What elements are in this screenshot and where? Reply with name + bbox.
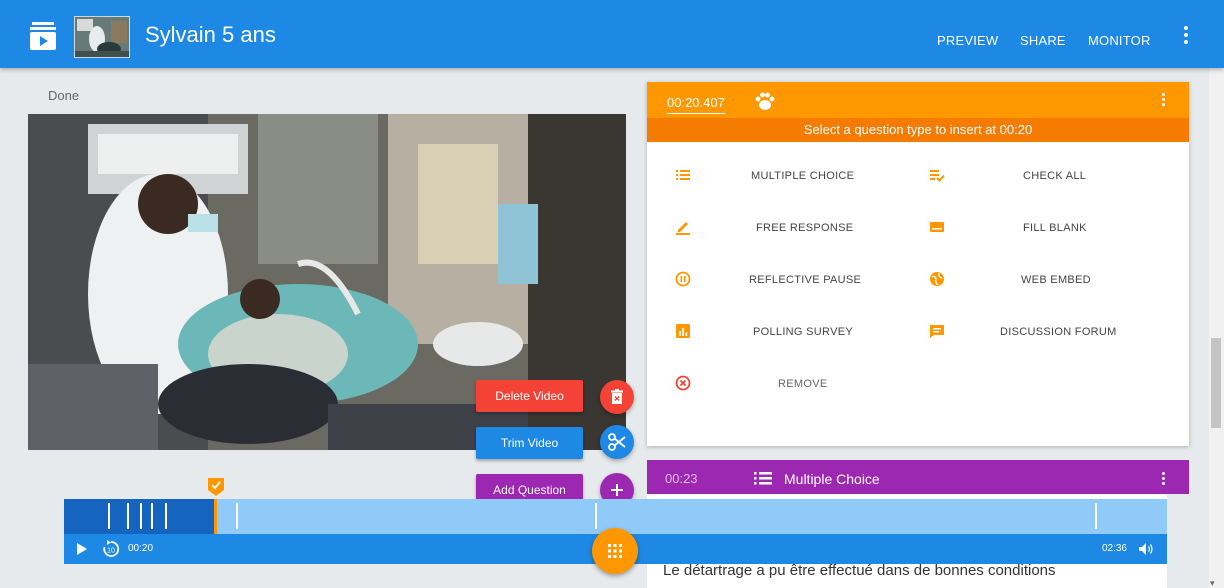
video-thumbnail (74, 16, 130, 58)
apps-grid-fab[interactable] (592, 528, 638, 574)
timeline-marker[interactable] (236, 503, 238, 529)
insert-time-input[interactable]: 00:20.407 (667, 95, 725, 114)
question-type-label: Multiple Choice (784, 471, 880, 487)
question-type-panel: 00:20.407 Select a question type to inse… (647, 82, 1189, 446)
top-bar: Sylvain 5 ans PREVIEW SHARE MONITOR (0, 0, 1224, 68)
timeline-marker[interactable] (151, 503, 153, 529)
question-time: 00:23 (665, 471, 698, 486)
duration-time: 02:36 (1101, 543, 1127, 554)
video-title: Sylvain 5 ans (145, 22, 276, 47)
timeline-marker[interactable] (595, 503, 597, 529)
scroll-down-icon[interactable]: ▾ (1210, 578, 1215, 588)
timeline-marker[interactable] (127, 503, 129, 529)
option-web-embed[interactable]: WEB EMBED (1021, 274, 1091, 286)
app-logo-icon[interactable] (30, 22, 56, 50)
panel-menu-icon[interactable] (1159, 93, 1167, 108)
pencil-icon (676, 222, 690, 235)
volume-icon[interactable] (1139, 543, 1155, 555)
option-discussion-forum[interactable]: DISCUSSION FORUM (1000, 326, 1117, 338)
more-menu-icon[interactable] (1176, 26, 1196, 52)
forum-icon (930, 325, 944, 338)
option-polling-survey[interactable]: POLLING SURVEY (753, 326, 853, 338)
scrollbar-thumb[interactable] (1211, 338, 1221, 428)
fill-blank-icon (930, 222, 944, 232)
list-icon (676, 170, 690, 180)
trim-video-button[interactable]: Trim Video (476, 427, 583, 459)
status-text: Done (48, 88, 80, 103)
paw-icon[interactable] (754, 90, 776, 112)
remove-icon (675, 375, 691, 391)
delete-video-button[interactable]: Delete Video (476, 380, 583, 412)
playhead[interactable] (214, 499, 217, 534)
plus-icon (611, 484, 623, 496)
trim-fab[interactable] (600, 425, 634, 459)
svg-text:10: 10 (107, 548, 115, 555)
list-icon (754, 472, 772, 485)
rewind-10-icon[interactable]: 10 (102, 540, 120, 558)
globe-icon (930, 272, 944, 286)
checklist-icon (930, 170, 945, 182)
grid-icon (608, 544, 622, 558)
question-marker-pin-icon[interactable] (207, 477, 225, 497)
scissors-icon (608, 433, 626, 451)
option-check-all[interactable]: CHECK ALL (1023, 170, 1086, 182)
poll-icon (676, 324, 690, 338)
option-free-response[interactable]: FREE RESPONSE (756, 222, 853, 234)
insert-prompt: Select a question type to insert at 00:2… (647, 118, 1189, 142)
page-scrollbar[interactable] (1209, 68, 1224, 588)
pause-circle-icon (675, 271, 691, 287)
share-link[interactable]: SHARE (1020, 33, 1066, 48)
monitor-link[interactable]: MONITOR (1088, 33, 1151, 48)
question-text: Le détartrage a pu être effectué dans de… (663, 562, 1056, 579)
delete-fab[interactable] (600, 380, 634, 414)
option-multiple-choice[interactable]: MULTIPLE CHOICE (751, 170, 854, 182)
preview-link[interactable]: PREVIEW (937, 33, 998, 48)
current-time: 00:20 (128, 543, 154, 554)
timeline-marker[interactable] (165, 503, 167, 529)
question-menu-icon[interactable] (1159, 472, 1167, 487)
option-remove[interactable]: REMOVE (778, 378, 827, 390)
option-fill-blank[interactable]: FILL BLANK (1023, 222, 1087, 234)
option-reflective-pause[interactable]: REFLECTIVE PAUSE (749, 274, 861, 286)
timeline-marker[interactable] (108, 503, 110, 529)
play-icon[interactable] (76, 543, 88, 555)
trash-icon (611, 389, 623, 404)
timeline-marker[interactable] (140, 503, 142, 529)
panel-header: 00:20.407 (647, 82, 1189, 118)
timeline-marker[interactable] (1095, 503, 1097, 529)
question-card-header: 00:23 Multiple Choice (647, 460, 1189, 494)
